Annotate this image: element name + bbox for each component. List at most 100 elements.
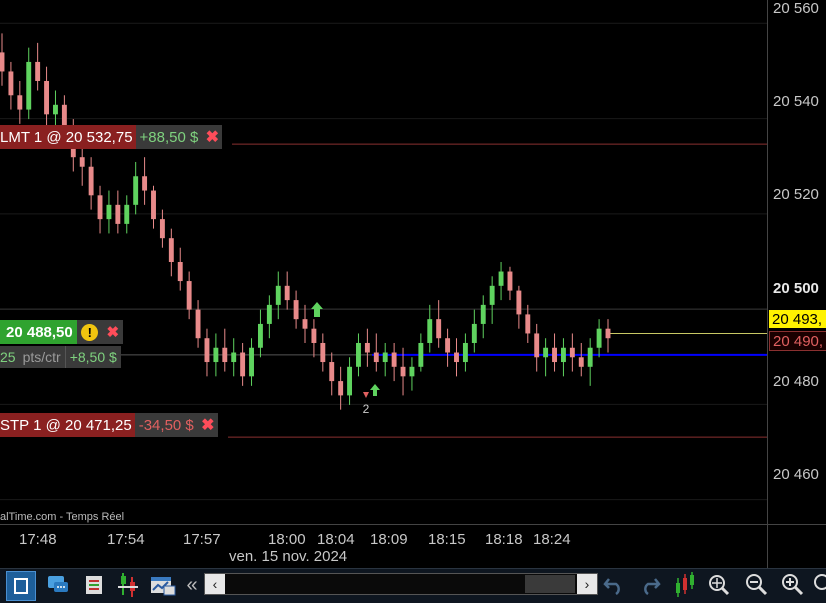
- position-price[interactable]: 20 488,50: [0, 320, 77, 344]
- candle-body: [587, 347, 593, 367]
- candle-body: [97, 195, 103, 220]
- candle-body: [552, 347, 557, 363]
- chat-icon[interactable]: [44, 571, 72, 599]
- position-marker[interactable]: 20 488,50 ! ✖: [0, 320, 123, 344]
- candle-body: [115, 204, 121, 224]
- candle-body: [543, 347, 549, 358]
- candle-body: [320, 342, 326, 363]
- limit-order-pl: +88,50 $: [135, 125, 203, 149]
- price-chart[interactable]: 2: [0, 0, 767, 524]
- buy-arrow-marker: [370, 384, 380, 396]
- candle-body: [356, 342, 361, 367]
- chart-window-icon[interactable]: [149, 571, 177, 599]
- candle-body: [338, 381, 344, 396]
- limit-order-label[interactable]: LMT 1 @ 20 532,75: [0, 125, 136, 149]
- candle-body: [364, 342, 370, 353]
- chart-scrollbar[interactable]: ‹ ›: [204, 573, 598, 595]
- candle-body: [8, 71, 14, 96]
- price-axis[interactable]: [767, 0, 826, 524]
- price-axis-label: 20 560: [773, 0, 819, 17]
- candle-body: [427, 319, 433, 343]
- candle-body: [596, 328, 602, 348]
- price-axis-label: 20 500: [773, 280, 819, 297]
- time-axis-label: 18:00: [268, 531, 306, 548]
- time-axis-label: 17:48: [19, 531, 57, 548]
- scroll-left-icon[interactable]: ‹: [205, 574, 225, 594]
- candle-body: [53, 104, 58, 115]
- candle-body: [204, 338, 210, 363]
- candle-body: [26, 61, 32, 110]
- candle-body: [578, 357, 584, 367]
- stop-order-label[interactable]: STP 1 @ 20 471,25: [0, 413, 135, 437]
- candle-body: [159, 219, 165, 239]
- candle-body: [498, 271, 504, 286]
- candle-body: [373, 352, 379, 363]
- candle-body: [525, 314, 531, 334]
- candle-body: [0, 52, 5, 72]
- orders-icon[interactable]: [80, 571, 108, 599]
- stop-order[interactable]: STP 1 @ 20 471,25 -34,50 $ ✖: [0, 413, 218, 437]
- redo-icon[interactable]: [636, 571, 664, 599]
- axis-corner: [767, 524, 826, 569]
- candle-body: [302, 319, 308, 329]
- time-axis-label: 18:24: [533, 531, 571, 548]
- collapse-icon[interactable]: «: [178, 571, 206, 599]
- candle-body: [213, 347, 219, 363]
- candle-body: [445, 338, 451, 353]
- candle-body: [400, 366, 406, 377]
- candle-body: [347, 366, 353, 396]
- position-pl-box: 25 pts/ctr +8,50 $: [0, 346, 121, 368]
- time-axis-label: 18:18: [485, 531, 523, 548]
- candle-body: [124, 204, 130, 224]
- scrollbar-thumb[interactable]: [525, 575, 575, 593]
- time-axis-label: 18:15: [428, 531, 466, 548]
- candle-body: [391, 352, 397, 367]
- candle-body: [382, 352, 388, 363]
- candle-body: [418, 342, 424, 367]
- zoom-fit-icon[interactable]: [706, 571, 734, 599]
- warning-icon[interactable]: !: [76, 320, 103, 344]
- candle-body: [257, 323, 263, 348]
- time-axis-label: 17:57: [183, 531, 221, 548]
- candle-body: [240, 352, 246, 377]
- candle-body: [436, 319, 442, 339]
- more-tools-icon[interactable]: [812, 571, 826, 599]
- candle-body: [275, 285, 281, 305]
- zoom-in-icon[interactable]: [779, 571, 807, 599]
- candle-body: [88, 166, 94, 196]
- candle-body: [222, 347, 228, 363]
- limit-order[interactable]: LMT 1 @ 20 532,75 +88,50 $ ✖: [0, 125, 223, 149]
- candle-body: [266, 304, 272, 324]
- candle-body: [186, 281, 192, 310]
- candle-body: [79, 157, 85, 167]
- candle-body: [454, 352, 459, 363]
- strategy-icon[interactable]: [114, 571, 142, 599]
- candle-body: [605, 328, 611, 339]
- undo-icon[interactable]: [600, 571, 628, 599]
- candle-body: [195, 309, 201, 339]
- candle-body: [106, 204, 112, 220]
- sell-arrow-marker: [363, 392, 369, 398]
- position-pl: +8,50 $: [64, 346, 121, 368]
- cancel-limit-order-icon[interactable]: ✖: [202, 125, 223, 149]
- select-icon[interactable]: [6, 571, 36, 601]
- price-axis-label: 20 520: [773, 186, 819, 203]
- candle-body: [133, 176, 139, 205]
- scroll-right-icon[interactable]: ›: [577, 574, 597, 594]
- candle-body: [151, 190, 156, 220]
- candle-body: [284, 285, 290, 301]
- candle-body: [534, 333, 540, 358]
- points-unit: pts/ctr: [22, 349, 61, 365]
- close-position-icon[interactable]: ✖: [102, 320, 123, 344]
- zoom-out-icon[interactable]: [743, 571, 771, 599]
- candlestick-chart[interactable]: 2: [0, 0, 767, 524]
- candle-body: [480, 304, 486, 324]
- candle-body: [409, 366, 415, 377]
- indicators-icon[interactable]: [672, 571, 700, 599]
- cancel-stop-order-icon[interactable]: ✖: [197, 413, 218, 437]
- candle-body: [462, 342, 468, 363]
- candle-body: [168, 238, 174, 262]
- time-axis-label: 18:04: [317, 531, 355, 548]
- candle-body: [311, 328, 317, 343]
- candle-body: [293, 300, 299, 320]
